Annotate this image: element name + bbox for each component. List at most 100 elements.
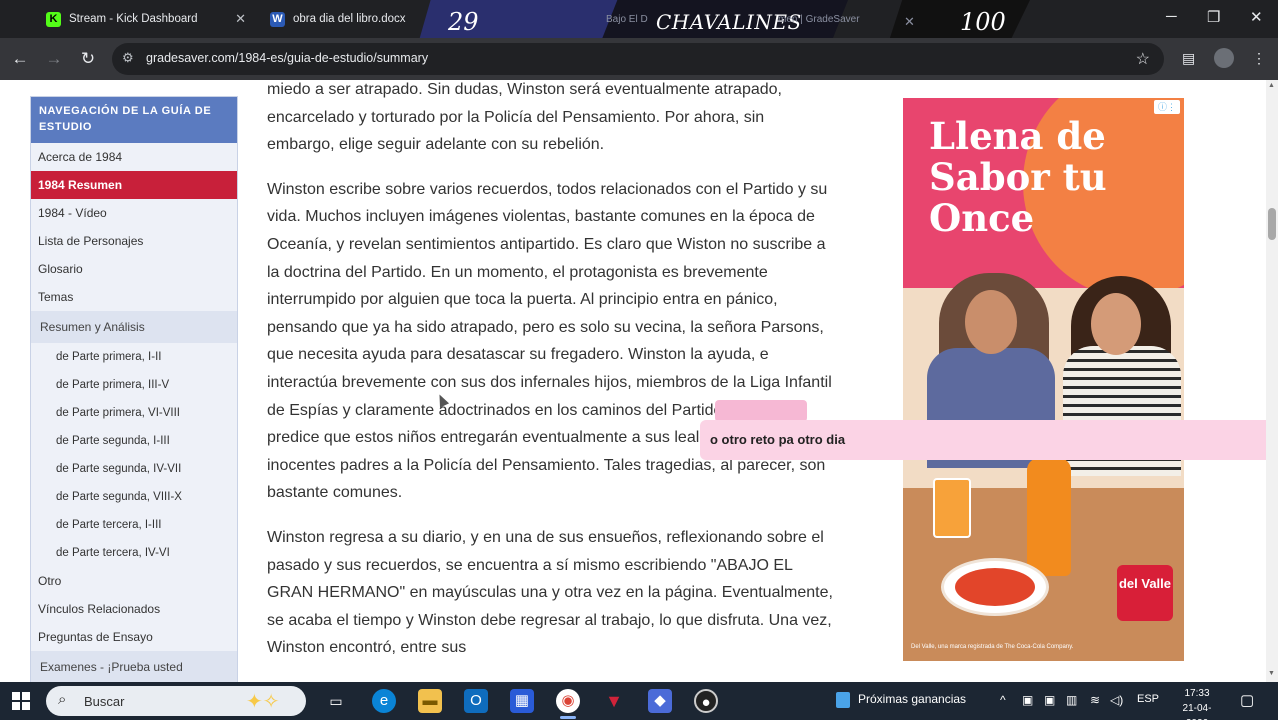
sidebar-item-glossary[interactable]: Glosario [31, 255, 237, 283]
language-indicator[interactable]: ESP [1137, 693, 1159, 705]
search-placeholder: Buscar [84, 694, 125, 709]
tab-title-behind-overlay: Bajo El D [606, 14, 648, 25]
sidebar-item-other[interactable]: Otro [31, 567, 237, 595]
tab-word-document[interactable]: W obra dia del libro.docx [260, 4, 420, 34]
sidebar-item-about[interactable]: Acerca de 1984 [31, 143, 237, 171]
outlook-icon[interactable]: O [464, 689, 488, 713]
advertisement[interactable]: Llena de Sabor tu Once del Valle Del Val… [903, 98, 1184, 661]
app-blue-icon[interactable]: ◆ [648, 689, 672, 713]
reload-icon[interactable]: ↻ [76, 47, 100, 71]
article-paragraph: Winston regresa a su diario, y en una de… [267, 528, 833, 657]
ad-person-face [965, 290, 1017, 354]
sidebar-item-part2-1-3[interactable]: de Parte segunda, I-III [31, 427, 237, 455]
search-icon: ⌕ [58, 691, 67, 708]
address-bar[interactable]: ⚙ gradesaver.com/1984-es/guia-de-estudio… [112, 43, 1164, 75]
article-paragraph: miedo a ser atrapado. Sin dudas, Winston… [267, 81, 782, 154]
sidebar-item-summary[interactable]: 1984 Resumen [31, 171, 237, 199]
sidebar-section-summary-analysis[interactable]: Resumen y Análisis [31, 311, 237, 343]
chat-message: o otro reto pa otro dia [710, 432, 846, 447]
news-text: Próximas ganancias [858, 692, 967, 707]
volume-icon[interactable]: ◁) [1110, 693, 1123, 707]
tray-app-icon[interactable]: ▥ [1066, 693, 1077, 707]
taskbar-search[interactable]: ⌕ Buscar ✦✧ [46, 686, 306, 716]
news-icon [836, 692, 850, 708]
scroll-up-icon[interactable]: ▲ [1268, 82, 1275, 89]
task-view-icon[interactable]: ▭ [324, 689, 348, 713]
profile-avatar-icon[interactable] [1214, 48, 1234, 68]
tray-app-icon[interactable]: ▣ [1044, 693, 1055, 707]
sidebar-item-essay-questions[interactable]: Preguntas de Ensayo [31, 623, 237, 651]
tray-chevron-icon[interactable]: ^ [1000, 693, 1006, 707]
ad-juice-glass [933, 478, 971, 538]
scroll-down-icon[interactable]: ▼ [1268, 670, 1275, 677]
close-icon[interactable]: ✕ [904, 14, 915, 30]
overlay-right-number: 100 [960, 8, 1006, 36]
word-icon: W [270, 11, 285, 27]
menu-kebab-icon[interactable]: ⋮ [1252, 50, 1266, 67]
sidebar-item-part1-3-5[interactable]: de Parte primera, III-V [31, 371, 237, 399]
sidebar-item-part1-6-8[interactable]: de Parte primera, VI-VIII [31, 399, 237, 427]
sidebar-item-part3-4-6[interactable]: de Parte tercera, IV-VI [31, 539, 237, 567]
sidebar-item-part3-1-3[interactable]: de Parte tercera, I-III [31, 511, 237, 539]
ad-brand-logo: del Valle [1117, 565, 1173, 621]
sidebar-item-part2-8-10[interactable]: de Parte segunda, VIII-X [31, 483, 237, 511]
scroll-thumb[interactable] [1268, 208, 1276, 240]
summary-article: miedo a ser atrapado. Sin dudas, Winston… [267, 80, 835, 679]
news-widget[interactable]: Próximas ganancias [836, 692, 966, 708]
active-app-indicator [560, 716, 576, 719]
file-explorer-icon[interactable]: ▬ [418, 689, 442, 713]
store-icon[interactable]: ▦ [510, 689, 534, 713]
site-info-icon[interactable]: ⚙ [122, 50, 134, 66]
sidebar-item-related-links[interactable]: Vínculos Relacionados [31, 595, 237, 623]
tab-title: obra dia del libro.docx [293, 13, 406, 25]
tab-title: Stream - Kick Dashboard [69, 13, 198, 25]
window-close-icon[interactable]: ✕ [1250, 8, 1263, 26]
study-guide-navigation: NAVEGACIÓN DE LA GUÍA DE ESTUDIO Acerca … [30, 96, 238, 682]
tab-kick-dashboard[interactable]: K Stream - Kick Dashboard ✕ [36, 4, 254, 34]
sparkle-icon: ✦✧ [246, 691, 280, 713]
sidebar-item-video[interactable]: 1984 - Vídeo [31, 199, 237, 227]
system-clock[interactable]: 17:33 21-04-2026 [1172, 686, 1222, 720]
minimize-icon[interactable]: ─ [1166, 8, 1177, 25]
page-scrollbar[interactable]: ▲ ▼ [1266, 80, 1278, 682]
ad-headline: Llena de Sabor tu Once [929, 114, 1107, 240]
sidebar-item-characters[interactable]: Lista de Personajes [31, 227, 237, 255]
edge-icon[interactable]: e [372, 689, 396, 713]
windows-taskbar: ⌕ Buscar ✦✧ ▭ e ▬ O ▦ ◉ ▼ ◆ ● Próximas g… [0, 682, 1278, 720]
obs-icon[interactable]: ● [694, 689, 718, 713]
ad-person-face [1091, 293, 1141, 355]
clock-date: 21-04-2026 [1182, 703, 1212, 720]
ad-juice-bottle [1027, 458, 1071, 576]
windows-start-icon[interactable] [12, 692, 30, 710]
sidebar-item-themes[interactable]: Temas [31, 283, 237, 311]
stream-chat-overlay: o otro reto pa otro dia [700, 420, 1266, 460]
text-highlight [715, 400, 807, 422]
back-icon[interactable]: ← [8, 47, 32, 71]
extensions-icon[interactable]: ▤ [1182, 50, 1195, 67]
sidebar-item-quizzes[interactable]: Examenes - ¡Prueba usted [31, 651, 237, 682]
bookmark-star-icon[interactable]: ☆ [1136, 49, 1150, 69]
ad-food [955, 568, 1035, 606]
url-text[interactable]: gradesaver.com/1984-es/guia-de-estudio/s… [146, 51, 428, 65]
close-icon[interactable]: ✕ [235, 11, 246, 27]
chrome-icon[interactable]: ◉ [556, 689, 580, 713]
browser-toolbar: ← → ↻ ⚙ gradesaver.com/1984-es/guia-de-e… [0, 38, 1278, 80]
wifi-icon[interactable]: ≋ [1090, 693, 1100, 707]
sidebar-item-part2-4-7[interactable]: de Parte segunda, IV-VII [31, 455, 237, 483]
maximize-icon[interactable]: ❐ [1207, 8, 1220, 26]
web-page: NAVEGACIÓN DE LA GUÍA DE ESTUDIO Acerca … [0, 80, 1266, 682]
overlay-left-number: 29 [448, 8, 479, 36]
ad-info-icon[interactable]: ⓘ⋮ [1154, 100, 1180, 114]
clock-time: 17:33 [1184, 688, 1210, 699]
notification-icon[interactable]: ▢ [1240, 691, 1254, 709]
forward-icon[interactable]: → [42, 47, 66, 71]
tray-app-icon[interactable]: ▣ [1022, 693, 1033, 707]
app-red-icon[interactable]: ▼ [602, 689, 626, 713]
ad-fineprint: Del Valle, una marca registrada de The C… [911, 644, 1074, 650]
tab-title-behind-overlay: men | GradeSaver [778, 14, 860, 25]
kick-icon: K [46, 11, 61, 27]
sidebar-item-part1-1-2[interactable]: de Parte primera, I-II [31, 343, 237, 371]
browser-tab-strip: K Stream - Kick Dashboard ✕ W obra dia d… [0, 0, 1278, 44]
screen: K Stream - Kick Dashboard ✕ W obra dia d… [0, 0, 1278, 720]
sidebar-heading: NAVEGACIÓN DE LA GUÍA DE ESTUDIO [31, 97, 237, 143]
